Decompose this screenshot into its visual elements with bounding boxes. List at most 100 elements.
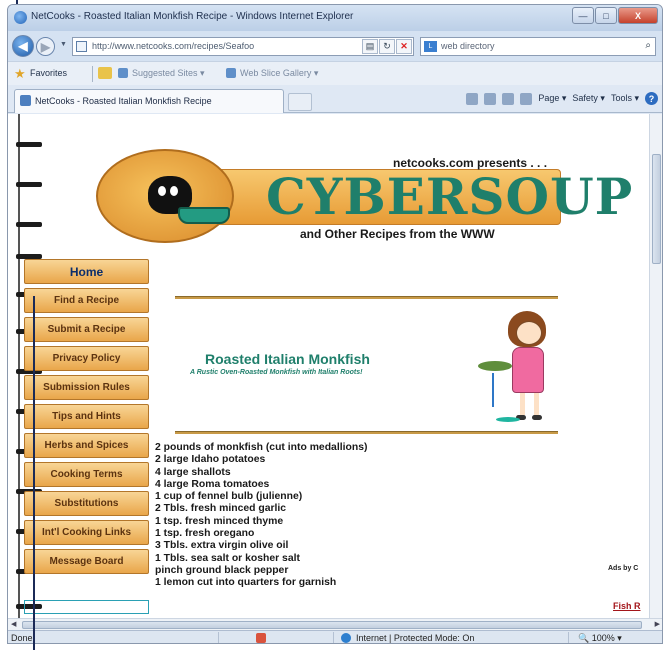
vertical-scroll-thumb[interactable] [652, 154, 661, 264]
help-icon[interactable]: ? [645, 92, 658, 105]
recipe-subtitle: A Rustic Oven-Roasted Monkfish with Ital… [190, 369, 363, 376]
nav-privacy-policy[interactable]: Privacy Policy [24, 346, 149, 371]
nav-tips-hints[interactable]: Tips and Hints [24, 404, 149, 429]
spiral-ring [16, 142, 42, 147]
safety-menu[interactable]: Safety ▾ [572, 93, 605, 104]
tab-netcooks[interactable]: NetCooks - Roasted Italian Monkfish Reci… [14, 89, 284, 113]
compatibility-view-button[interactable]: ▤ [362, 39, 378, 54]
favorites-button[interactable]: Favorites [30, 68, 67, 78]
tab-page-icon [20, 95, 31, 106]
security-shield-icon[interactable] [256, 633, 266, 643]
window-title: NetCooks - Roasted Italian Monkfish Reci… [31, 11, 354, 22]
maximize-button[interactable]: □ [595, 7, 617, 24]
ingredient-item: 1 Tbls. sea salt or kosher salt [155, 552, 300, 564]
stop-button[interactable]: ✕ [396, 39, 412, 54]
window-controls: — □ X [572, 7, 658, 24]
add-favorite-icon[interactable] [98, 67, 112, 79]
girl-leg [534, 393, 539, 415]
ingredient-item: 1 tsp. fresh oregano [155, 528, 255, 540]
search-placeholder[interactable]: web directory [441, 41, 495, 51]
new-tab-button[interactable] [288, 93, 312, 111]
notebook-spiral [8, 114, 42, 618]
favorites-bar: ★ Favorites Suggested Sites ▾ Web Slice … [8, 61, 662, 85]
back-arrow-icon: ◀ [18, 39, 28, 53]
web-slice-icon [226, 68, 236, 78]
page-content: netcooks.com presents . . . CYBERSOUP an… [8, 114, 651, 618]
girl-leg [520, 393, 525, 415]
security-zone-text[interactable]: Internet | Protected Mode: On [356, 633, 474, 643]
nav-submit-recipe[interactable]: Submit a Recipe [24, 317, 149, 342]
spiral-ring [16, 182, 42, 187]
suggested-sites-link[interactable]: Suggested Sites ▾ [132, 68, 205, 79]
status-divider [333, 632, 334, 643]
back-button[interactable]: ◀ [12, 35, 34, 57]
pan-icon [178, 207, 230, 224]
drip [492, 373, 494, 407]
ingredient-item: 2 pounds of monkfish (cut into medallion… [155, 442, 368, 453]
fish-recipes-link[interactable]: Fish R [613, 601, 641, 611]
refresh-button[interactable]: ↻ [379, 39, 395, 54]
minimize-button[interactable]: — [572, 7, 594, 24]
favorites-star-icon: ★ [14, 66, 26, 81]
status-bar: Done Internet | Protected Mode: On 🔍 100… [8, 630, 662, 643]
print-icon[interactable] [520, 92, 533, 105]
tab-title: NetCooks - Roasted Italian Monkfish Reci… [35, 96, 212, 106]
nav-home[interactable]: Home [24, 259, 149, 284]
pot-eye [170, 186, 178, 196]
status-divider [568, 632, 569, 643]
horizontal-scrollbar[interactable]: ◀ ▶ [8, 618, 662, 630]
girl-dress [512, 347, 544, 393]
forward-button[interactable]: ▶ [36, 37, 55, 56]
vertical-scrollbar[interactable] [649, 114, 662, 618]
nav-search-box[interactable] [24, 600, 149, 614]
horizontal-scroll-thumb[interactable] [22, 621, 642, 629]
scroll-left-icon[interactable]: ◀ [11, 620, 16, 628]
forward-arrow-icon: ▶ [40, 39, 51, 54]
title-bar: NetCooks - Roasted Italian Monkfish Reci… [8, 5, 662, 31]
search-provider-icon: L [424, 41, 437, 52]
scroll-right-icon[interactable]: ▶ [655, 620, 660, 628]
feeds-icon[interactable] [484, 92, 497, 105]
ingredient-item: 1 lemon cut into quarters for garnish [155, 577, 337, 589]
close-button[interactable]: X [618, 7, 658, 24]
status-divider [218, 632, 219, 643]
nav-submission-rules[interactable]: Submission Rules [24, 375, 149, 400]
site-tagline: and Other Recipes from the WWW [300, 227, 495, 241]
fish-plate [478, 361, 512, 371]
status-text: Done [11, 633, 33, 643]
tools-menu[interactable]: Tools ▾ [611, 93, 639, 104]
nav-cooking-terms[interactable]: Cooking Terms [24, 462, 149, 487]
girl-shoe [532, 415, 542, 420]
chef-girl-illustration [478, 311, 558, 426]
home-icon[interactable] [466, 92, 479, 105]
ingredient-item: 4 large shallots [155, 466, 231, 478]
ingredient-item: pinch ground black pepper [155, 564, 289, 576]
nav-intl-links[interactable]: Int'l Cooking Links [24, 520, 149, 545]
command-bar: Page ▾ Safety ▾ Tools ▾ ? [466, 92, 658, 105]
address-buttons: ▤ ↻ ✕ [362, 39, 412, 54]
recent-pages-dropdown[interactable]: ▼ [60, 41, 67, 48]
mail-icon[interactable] [502, 92, 515, 105]
nav-find-recipe[interactable]: Find a Recipe [24, 288, 149, 313]
internet-zone-icon [341, 633, 351, 643]
ingredient-list: 2 pounds of monkfish (cut into medallion… [155, 442, 367, 590]
nav-substitutions[interactable]: Substitutions [24, 491, 149, 516]
search-input[interactable]: L web directory ⌕ [420, 37, 656, 56]
divider-bottom [175, 431, 558, 434]
url-text[interactable]: http://www.netcooks.com/recipes/Seafoo [92, 41, 254, 51]
ads-by-label: Ads by C [608, 565, 639, 572]
site-logo-text[interactable]: CYBERSOUP [266, 167, 633, 227]
zoom-level[interactable]: 🔍 100% ▾ [578, 633, 622, 643]
pot-eye [158, 186, 166, 196]
page-menu[interactable]: Page ▾ [538, 93, 566, 104]
nav-message-board[interactable]: Message Board [24, 549, 149, 574]
search-icon[interactable]: ⌕ [645, 40, 651, 51]
web-slice-gallery-link[interactable]: Web Slice Gallery ▾ [240, 68, 318, 79]
divider-top [175, 296, 558, 299]
puddle [496, 417, 520, 422]
address-input[interactable]: http://www.netcooks.com/recipes/Seafoo ▤… [72, 37, 414, 56]
nav-herbs-spices[interactable]: Herbs and Spices [24, 433, 149, 458]
tab-bar: NetCooks - Roasted Italian Monkfish Reci… [8, 85, 662, 113]
recipe-title: Roasted Italian Monkfish [205, 351, 370, 367]
ingredient-item: 2 Tbls. fresh minced garlic [155, 503, 287, 515]
